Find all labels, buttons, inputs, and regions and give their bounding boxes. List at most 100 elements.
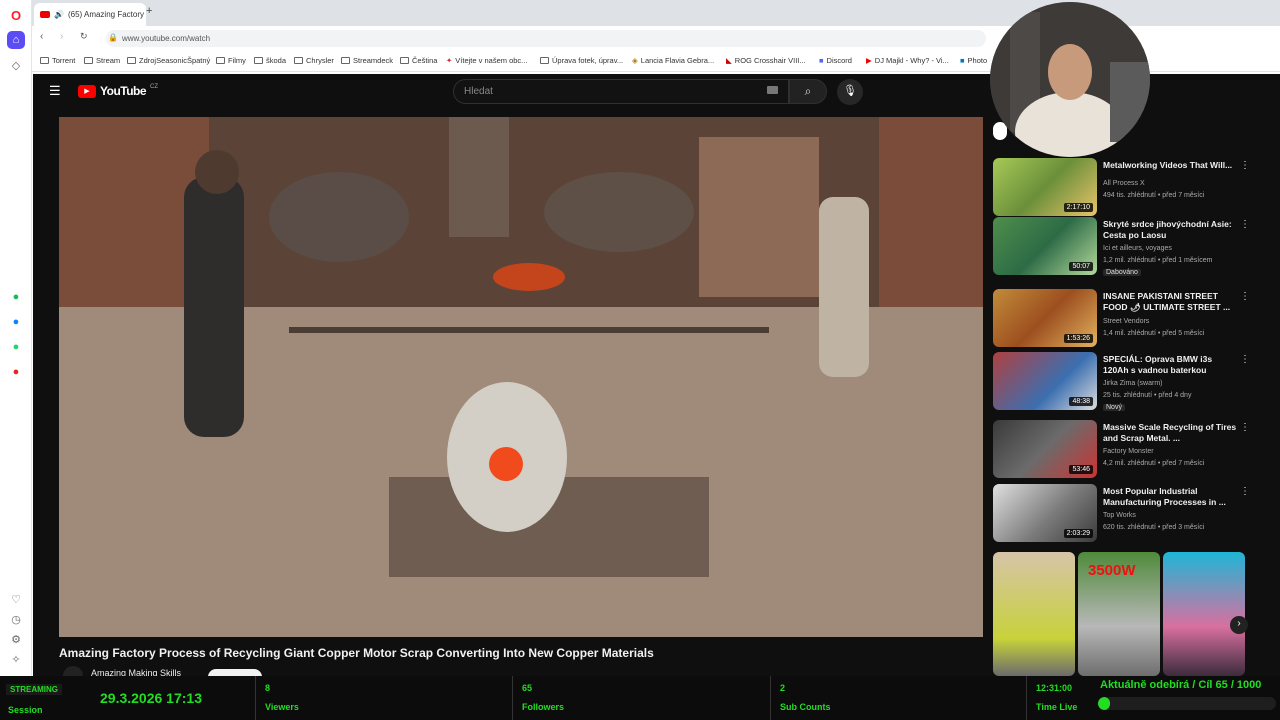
youtube-icon: ▶ [866, 56, 872, 65]
bookmark[interactable]: Stream [84, 56, 120, 65]
rec-thumbnail[interactable]: 53:46 [993, 420, 1097, 478]
history-icon[interactable]: ◷ [7, 610, 25, 628]
rec-item[interactable]: 53:46 Massive Scale Recycling of Tires a… [993, 420, 1263, 480]
more-icon[interactable]: ⋮ [1240, 160, 1250, 171]
short-thumbnail[interactable] [993, 552, 1075, 676]
settings-icon[interactable]: ⚙ [7, 630, 25, 648]
site-icon: ◈ [632, 56, 638, 65]
voice-search-button[interactable]: 🎙 [837, 79, 863, 105]
rec-item[interactable]: 2:17:10 Metalworking Videos That Will...… [993, 158, 1263, 218]
search-input[interactable]: Hledat [453, 79, 789, 104]
rec-item[interactable]: 50:07 Skryté srdce jihovýchodní Asie: Ce… [993, 217, 1263, 277]
rec-thumbnail[interactable]: 1:53:26 [993, 289, 1097, 347]
more-icon[interactable]: ⋮ [1240, 291, 1250, 302]
youtube-page: ☰ ▶ YouTube CZ Hledat ⌕ 🎙 Amazing Factor… [33, 74, 988, 678]
more-icon[interactable]: ⋮ [1240, 219, 1250, 230]
more-icon[interactable]: ⋮ [1240, 486, 1250, 497]
tab-active[interactable]: 🔊 (65) Amazing Factory [34, 3, 146, 26]
folder-icon [84, 57, 93, 64]
opera-logo-icon[interactable]: O [7, 6, 25, 24]
discord-icon: ■ [819, 56, 824, 65]
folder-icon [294, 57, 303, 64]
mic-icon: 🎙 [843, 85, 857, 97]
rec-item[interactable]: 1:53:26 INSANE PAKISTANI STREET FOOD 🌶 U… [993, 289, 1263, 349]
bookmark[interactable]: ✦ Vítejte v našem obc... [446, 56, 527, 65]
pinboard-icon[interactable]: ◇ [7, 56, 25, 74]
more-icon[interactable]: ⋮ [1240, 422, 1250, 433]
tab-title: (65) Amazing Factory [67, 10, 144, 19]
bookmark[interactable]: Čeština [400, 56, 437, 65]
folder-icon [400, 57, 409, 64]
sub-goal-text: Aktuálně odebírá / Cíl 65 / 1000 [1100, 679, 1262, 691]
youtube-logo[interactable]: ▶ YouTube CZ [78, 84, 158, 98]
rec-item[interactable]: 2:03:29 Most Popular Industrial Manufact… [993, 484, 1263, 544]
chatgpt-icon[interactable]: ● [7, 288, 25, 306]
search-button[interactable]: ⌕ [789, 79, 827, 104]
bookmark[interactable]: Úprava fotek, úprav... [540, 56, 623, 65]
datetime: 29.3.2026 17:13 [100, 690, 202, 706]
bookmark[interactable]: Filmy [216, 56, 246, 65]
forward-icon[interactable]: › [60, 31, 63, 42]
music-player-icon[interactable]: ● [7, 363, 25, 381]
speaker-icon[interactable]: 🔊 [54, 10, 64, 19]
reload-icon[interactable]: ↻ [80, 31, 88, 42]
short-thumbnail[interactable]: 3500W [1078, 552, 1160, 676]
bookmark[interactable]: ▶ DJ Majkl - Why? - Vi... [866, 56, 949, 65]
folder-icon [341, 57, 350, 64]
rec-thumbnail[interactable]: 48:38 [993, 352, 1097, 410]
chevron-right-icon[interactable]: › [1230, 616, 1248, 634]
messenger-icon[interactable]: ● [7, 313, 25, 331]
youtube-play-icon: ▶ [78, 84, 96, 98]
home-icon[interactable]: ⌂ [7, 31, 25, 49]
lock-icon: 🔒 [108, 33, 118, 42]
bookmark[interactable]: ◣ ROG Crosshair VIII... [726, 56, 806, 65]
rec-thumbnail[interactable]: 50:07 [993, 217, 1097, 275]
bookmark[interactable]: škoda [254, 56, 286, 65]
divider [255, 676, 256, 720]
rec-item[interactable]: 48:38 SPECIÁL: Oprava BMW i3s 120Ah s va… [993, 352, 1263, 412]
back-icon[interactable]: ‹ [40, 31, 43, 42]
folder-icon [540, 57, 549, 64]
menu-icon[interactable]: ☰ [49, 83, 61, 99]
url-field[interactable]: 🔒 www.youtube.com/watch [106, 30, 986, 47]
video-player[interactable] [59, 117, 983, 637]
video-frame [59, 117, 983, 637]
divider [1026, 676, 1027, 720]
video-title: Amazing Factory Process of Recycling Gia… [59, 646, 654, 660]
webcam-overlay [990, 2, 1150, 157]
short-badge: 3500W [1088, 562, 1136, 579]
new-tab-icon[interactable]: + [146, 5, 152, 17]
badge-dubbed: Dabováno [1103, 269, 1141, 276]
bookmark[interactable]: Torrent [40, 56, 75, 65]
folder-icon [127, 57, 136, 64]
divider [512, 676, 513, 720]
bookmark[interactable]: ■ Photo [960, 56, 987, 65]
site-icon: ✦ [446, 56, 453, 65]
folder-icon [254, 57, 263, 64]
bookmark[interactable]: ■ Discord [819, 56, 852, 65]
browser-sidebar: O ⌂ ◇ ● ● ● ● ♡ ◷ ⚙ ✧ [0, 0, 32, 676]
masthead: ☰ ▶ YouTube CZ Hledat ⌕ 🎙 [33, 74, 988, 110]
bookmark[interactable]: Streamdeck [341, 56, 393, 65]
bookmark[interactable]: ZdrojSeasonicŠpatný [127, 56, 210, 65]
more-icon[interactable]: ⋮ [1240, 354, 1250, 365]
keyboard-icon[interactable] [767, 86, 778, 94]
divider [770, 676, 771, 720]
rec-thumbnail[interactable]: 2:03:29 [993, 484, 1097, 542]
bookmark[interactable]: ◈ Lancia Flavia Gebra... [632, 56, 714, 65]
streaming-status: STREAMING [6, 684, 62, 695]
folder-icon [40, 57, 49, 64]
channel-avatar[interactable] [63, 666, 83, 676]
sub-goal-bar [1098, 697, 1276, 710]
recommendations-panel: 2:17:10 Metalworking Videos That Will...… [988, 74, 1280, 676]
sub-goal-fill [1098, 697, 1110, 710]
short-thumbnail[interactable] [1163, 552, 1245, 676]
rec-thumbnail[interactable]: 2:17:10 [993, 158, 1097, 216]
folder-icon [216, 57, 225, 64]
heart-icon[interactable]: ♡ [7, 590, 25, 608]
badge-new: Nový [1103, 404, 1125, 411]
bookmark[interactable]: Chrysler [294, 56, 334, 65]
bulb-icon[interactable]: ✧ [7, 650, 25, 668]
url-text: www.youtube.com/watch [122, 34, 211, 43]
whatsapp-icon[interactable]: ● [7, 338, 25, 356]
